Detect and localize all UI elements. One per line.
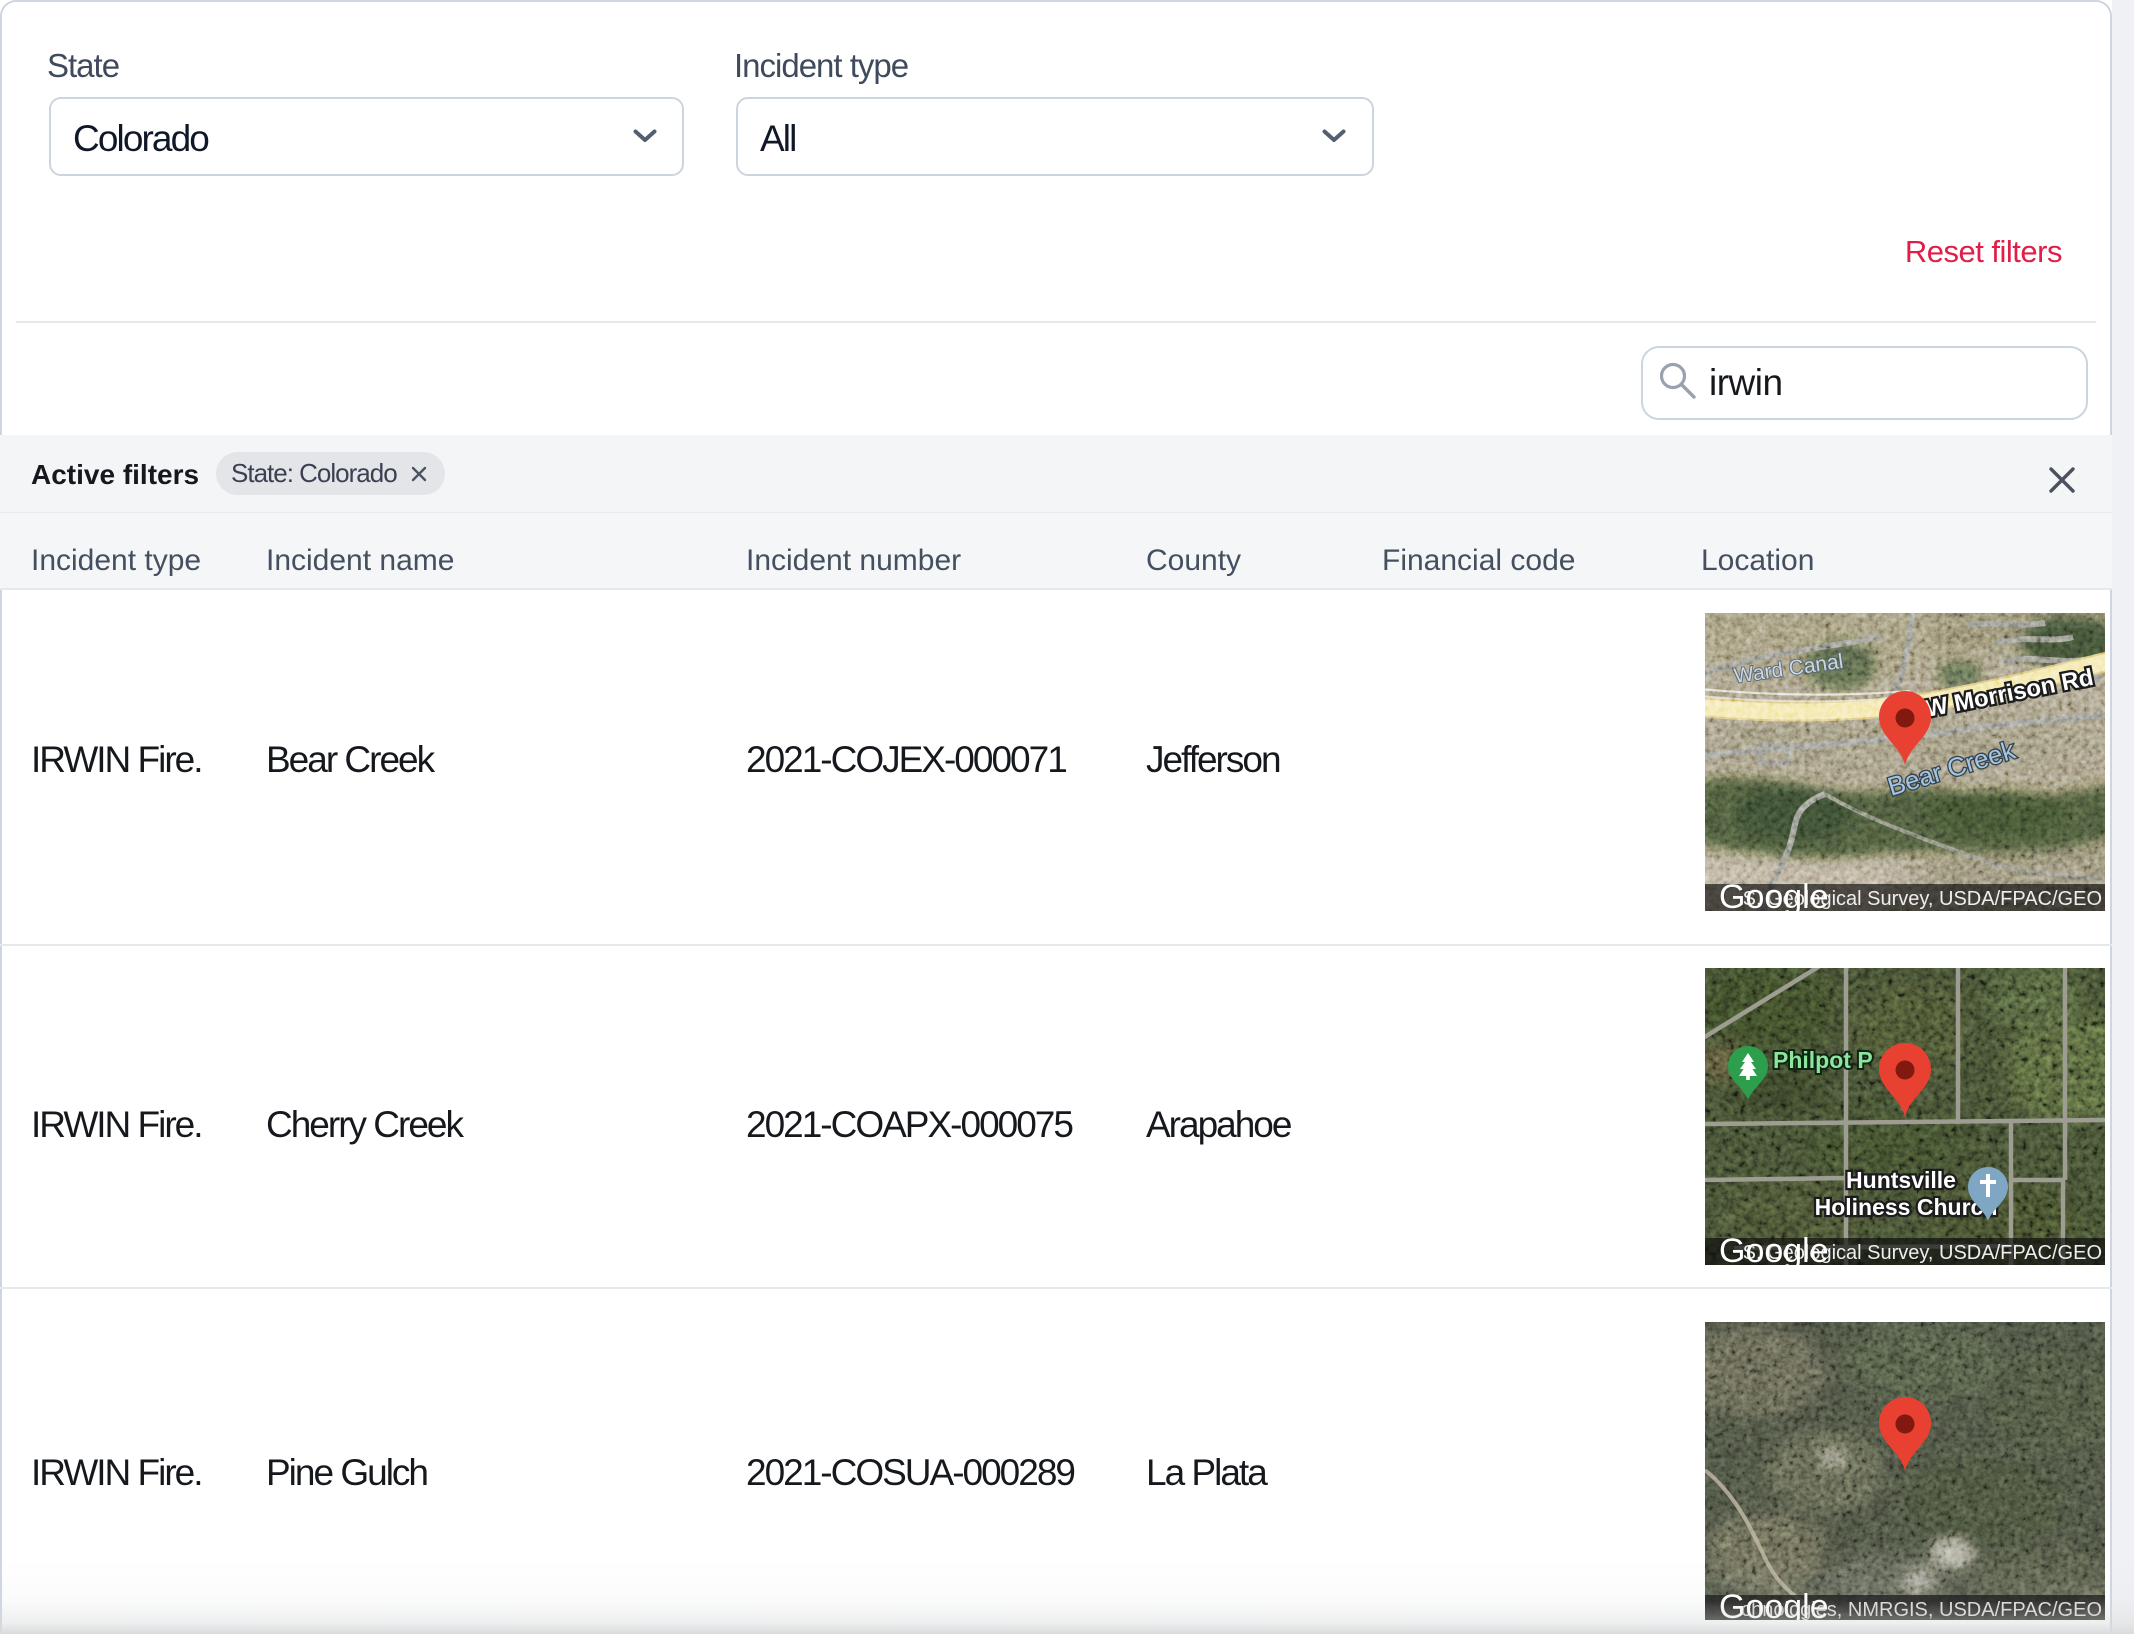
svg-text:Philpot P: Philpot P [1773,1047,1873,1073]
svg-text:Google: Google [1719,878,1829,911]
svg-text:Google: Google [1719,1232,1829,1265]
svg-text:Huntsville: Huntsville [1846,1167,1956,1193]
svg-text:Holiness Church: Holiness Church [1815,1194,1998,1220]
